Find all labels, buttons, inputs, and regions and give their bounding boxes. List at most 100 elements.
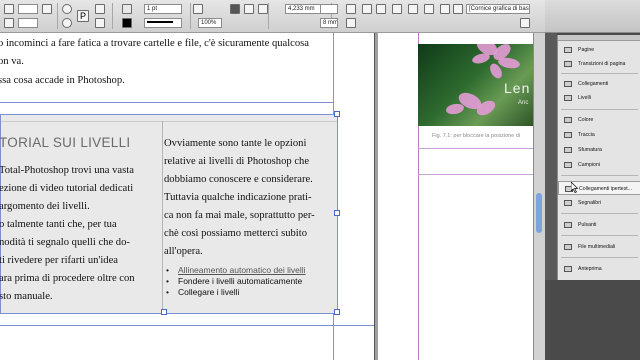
link-proportions-icon[interactable] — [42, 4, 52, 14]
panel-divider — [561, 257, 638, 258]
selection-handle[interactable] — [334, 309, 340, 315]
column-divider — [162, 121, 163, 311]
page-transitions-icon — [564, 61, 572, 67]
panel-item-swatches[interactable]: Campioni — [558, 158, 640, 172]
scrollbar-thumb[interactable] — [536, 193, 542, 233]
right-col-line: ca non fa mai male, soprattutto per- — [164, 210, 315, 221]
panel-divider — [561, 235, 638, 236]
x-field[interactable] — [18, 4, 38, 14]
selection-handle[interactable] — [334, 210, 340, 216]
corner-options-icon[interactable] — [230, 4, 240, 14]
distribute-icon[interactable] — [392, 4, 402, 14]
panel-item-page-transitions[interactable]: Transizioni di pagina — [558, 57, 640, 71]
pages-icon — [564, 47, 572, 53]
panel-item-pages[interactable]: Pagine — [558, 43, 640, 57]
selection-handle[interactable] — [334, 111, 340, 117]
left-col-line: ezione di video tutorial dedicati — [0, 183, 134, 194]
align-center-icon[interactable] — [376, 4, 386, 14]
right-col-line: relative ai livelli di Photoshop che — [164, 156, 310, 167]
panel-divider — [561, 213, 638, 214]
link-icon[interactable] — [453, 4, 463, 14]
bullet-item: Collegare i livelli — [178, 287, 240, 297]
left-col-line: o talmente tanti che, per tua — [0, 219, 117, 230]
right-col-line: Tuttavia qualche indicazione prati- — [164, 192, 312, 203]
rotate-icon[interactable] — [62, 4, 72, 14]
body-line: ssa cosa accade in Photoshop. — [0, 75, 125, 86]
panel-dock: Pagine Transizioni di pagina Collegament… — [557, 35, 640, 280]
preview-icon — [564, 266, 572, 272]
align-left-icon[interactable] — [362, 4, 372, 14]
stroke-swatch-icon[interactable] — [122, 18, 132, 28]
fx-icon[interactable] — [193, 4, 203, 14]
flower-petal — [471, 51, 491, 66]
left-col-line: ara prima di procedere oltre con — [0, 273, 135, 284]
align-bottom-icon[interactable] — [440, 4, 450, 14]
toolbar-separator — [57, 3, 58, 29]
flip-icon[interactable]: P — [77, 10, 89, 22]
spread-spine — [374, 33, 375, 360]
object-style-select[interactable]: [Cornice grafica di base]+ — [466, 4, 530, 14]
wrap-around-icon[interactable] — [258, 4, 268, 14]
toolbar-separator — [112, 3, 113, 29]
frame-inset-line — [1, 121, 337, 122]
auto-size-icon[interactable] — [346, 4, 356, 14]
flower-petal — [445, 102, 465, 116]
sidebar-text-frame[interactable]: TORIAL SUI LIVELLI Total-Photoshop trovi… — [0, 111, 340, 315]
panel-item-preview[interactable]: Anteprima — [558, 262, 640, 276]
select-content-icon[interactable] — [95, 18, 105, 28]
fill-swatch-icon[interactable] — [122, 4, 132, 14]
panel-item-links[interactable]: Collegamenti — [558, 77, 640, 91]
fit-frame-icon[interactable] — [346, 18, 356, 28]
panel-item-buttons[interactable]: Pulsanti — [558, 218, 640, 232]
photo-subtitle: Anc — [518, 100, 529, 106]
gutter-width-field[interactable]: 8 mm — [320, 18, 338, 28]
y-field[interactable] — [18, 18, 38, 28]
flower-photo[interactable]: Len Anc — [418, 44, 533, 126]
bullet-icon: • — [166, 287, 169, 297]
stroke-type-select[interactable] — [144, 18, 182, 28]
panel-item-bookmarks[interactable]: Segnalibri — [558, 196, 640, 210]
panel-dock-header[interactable] — [558, 35, 640, 41]
align-middle-icon[interactable] — [424, 4, 434, 14]
box-heading: TORIAL SUI LIVELLI — [0, 135, 131, 150]
right-col-line: dobbiamo conoscere e considerare. — [164, 174, 313, 185]
panel-item-stroke[interactable]: Traccia — [558, 128, 640, 142]
dimension-field[interactable]: 4,233 mm — [285, 4, 323, 14]
text-wrap-icon[interactable] — [244, 4, 254, 14]
opacity-field[interactable]: 100% — [198, 18, 222, 28]
mouse-pointer-icon — [571, 182, 579, 193]
selection-handle[interactable] — [161, 309, 167, 315]
body-line: o incominci a fare fatica a trovare cart… — [0, 38, 310, 49]
panel-item-layers[interactable]: Livelli — [558, 91, 640, 105]
panel-item-gradient[interactable]: Sfumatura — [558, 143, 640, 157]
frame-icon[interactable] — [4, 18, 14, 28]
left-col-line: argomento dei livelli. — [0, 201, 90, 212]
app-bar-right — [545, 0, 640, 33]
stroke-icon — [564, 132, 572, 138]
panel-item-color[interactable]: Colore — [558, 113, 640, 127]
swatches-icon — [564, 162, 572, 168]
shear-icon[interactable] — [62, 18, 72, 28]
align-top-icon[interactable] — [408, 4, 418, 14]
color-icon — [564, 117, 572, 123]
bullet-icon: • — [166, 276, 169, 286]
right-col-line: Ovviamente sono tante le opzioni — [164, 138, 307, 149]
stroke-weight-field[interactable]: 1 pt — [144, 4, 182, 14]
margin-guide — [0, 325, 374, 326]
right-col-line: chè così possiamo metterci subito — [164, 228, 307, 239]
bullet-icon: • — [166, 265, 169, 275]
margin-guide — [0, 102, 333, 103]
panel-dock-collapsed — [545, 33, 557, 280]
vertical-scrollbar[interactable] — [533, 33, 545, 360]
caption-guide — [418, 174, 533, 175]
left-col-line: Total-Photoshop trovi una vasta — [0, 165, 134, 176]
quick-apply-icon[interactable] — [520, 18, 530, 28]
control-bar: P 1 pt 100% 4,233 mm 1 8 mm [Cornice gra… — [0, 0, 545, 33]
gutter-field[interactable] — [320, 4, 338, 14]
reference-point-icon[interactable] — [4, 4, 14, 14]
bullet-link[interactable]: Allineamento automatico dei livelli — [178, 265, 306, 275]
select-container-icon[interactable] — [95, 4, 105, 14]
left-col-line: sto manuale. — [0, 291, 53, 302]
photo-title: Len — [504, 80, 531, 96]
panel-item-media[interactable]: File multimediali — [558, 240, 640, 254]
